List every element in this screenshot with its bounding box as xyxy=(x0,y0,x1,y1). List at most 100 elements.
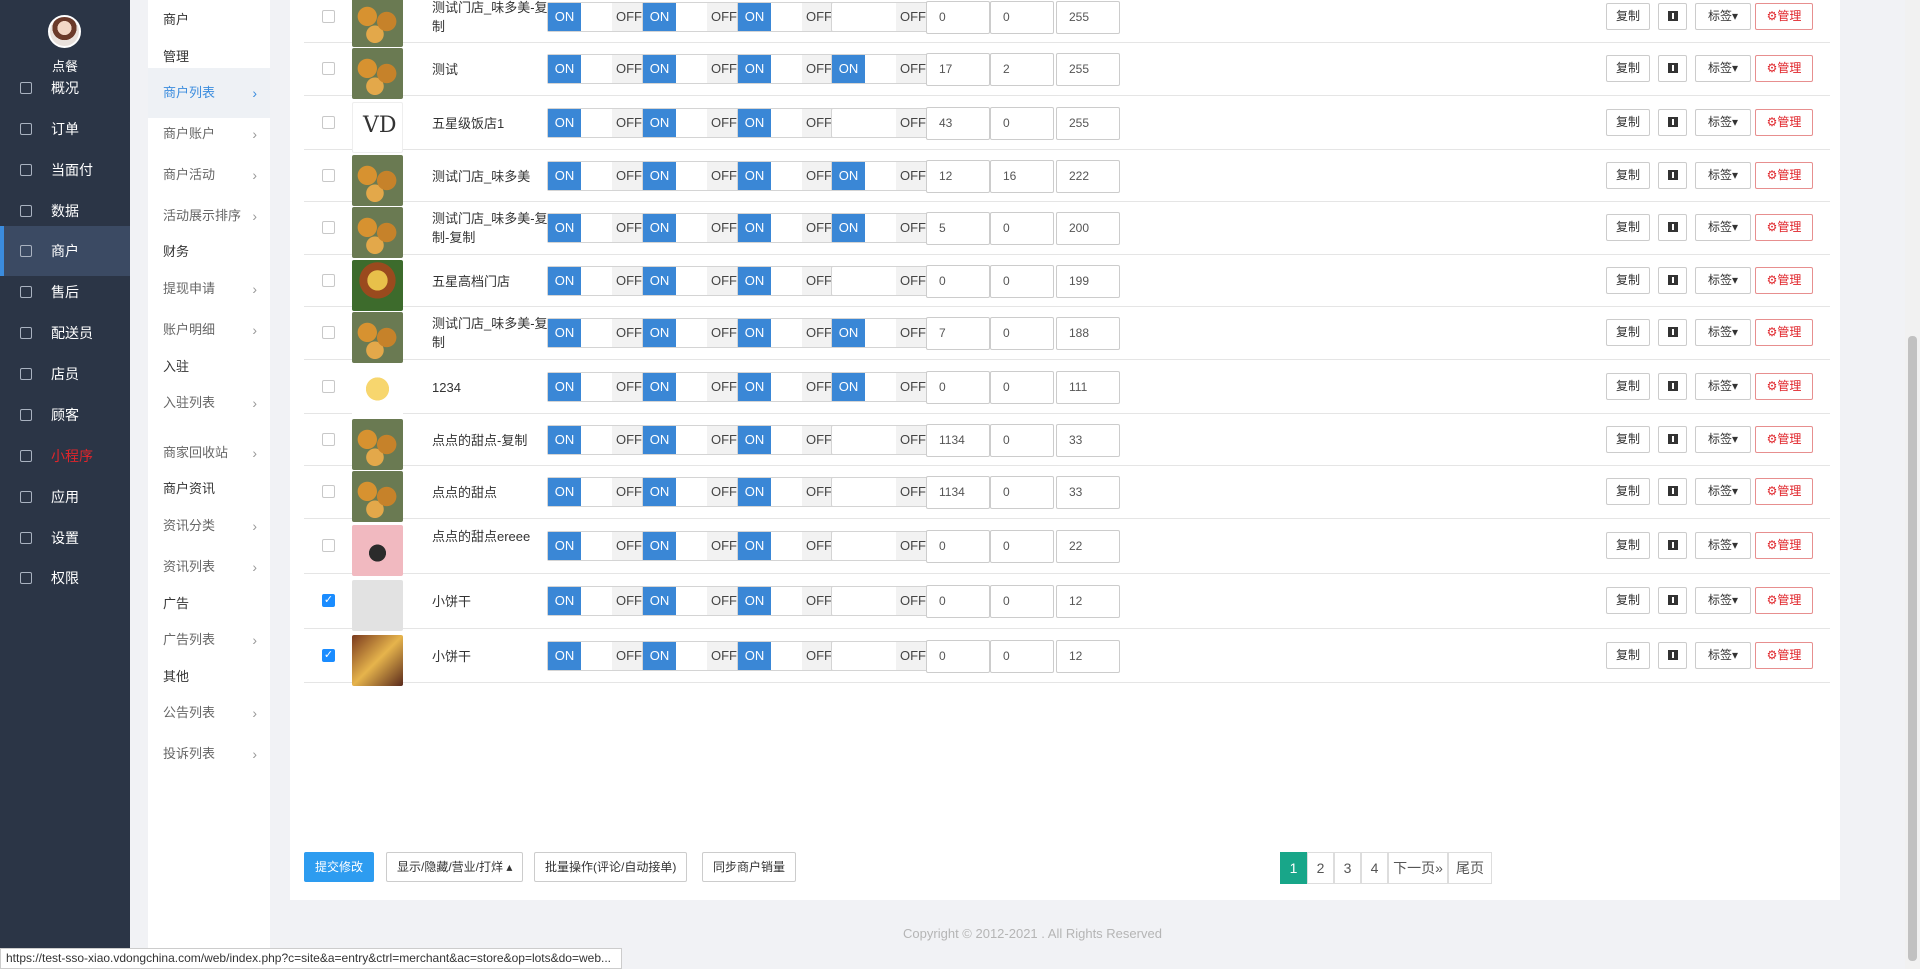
toggle-switch-3[interactable]: ON OFF xyxy=(737,161,837,191)
toggle-switch-2[interactable]: ON OFF xyxy=(642,641,742,671)
toggle-switch-3[interactable]: ON OFF xyxy=(737,531,837,561)
row-checkbox[interactable] xyxy=(322,169,335,182)
sort-input[interactable]: 12 xyxy=(1056,640,1120,673)
manage-button[interactable]: ⚙管理 xyxy=(1755,426,1813,453)
copy-button[interactable]: 复制 xyxy=(1606,373,1650,400)
sort-input[interactable]: 255 xyxy=(1056,1,1120,34)
toggle-switch-1[interactable]: ON OFF xyxy=(547,477,647,507)
toggle-switch-1[interactable]: ON OFF xyxy=(547,266,647,296)
toggle-switch-2[interactable]: ON OFF xyxy=(642,372,742,402)
toggle-switch-4[interactable]: OFF xyxy=(831,531,931,561)
toggle-switch-4[interactable]: OFF xyxy=(831,108,931,138)
subnav-item-10[interactable]: 入驻列表 › xyxy=(148,378,270,428)
value-input-1[interactable]: 1134 xyxy=(926,424,990,457)
row-checkbox[interactable] xyxy=(322,380,335,393)
row-checkbox[interactable] xyxy=(322,274,335,287)
toggle-switch-3[interactable]: ON OFF xyxy=(737,425,837,455)
tag-dropdown-button[interactable]: 标签▾ xyxy=(1695,587,1751,614)
copy-button[interactable]: 复制 xyxy=(1606,214,1650,241)
toggle-switch-1[interactable]: ON OFF xyxy=(547,531,647,561)
value-input-2[interactable]: 0 xyxy=(990,265,1054,298)
toggle-switch-1[interactable]: ON OFF xyxy=(547,108,647,138)
toggle-switch-4[interactable]: OFF xyxy=(831,586,931,616)
tag-dropdown-button[interactable]: 标签▾ xyxy=(1695,373,1751,400)
toggle-switch-1[interactable]: ON OFF xyxy=(547,425,647,455)
sort-input[interactable]: 12 xyxy=(1056,585,1120,618)
copy-button[interactable]: 复制 xyxy=(1606,532,1650,559)
scrollbar[interactable] xyxy=(1905,0,1920,969)
value-input-1[interactable]: 43 xyxy=(926,107,990,140)
toggle-switch-1[interactable]: ON OFF xyxy=(547,54,647,84)
sort-input[interactable]: 199 xyxy=(1056,265,1120,298)
toggle-switch-2[interactable]: ON OFF xyxy=(642,318,742,348)
last-page-button[interactable]: 尾页 xyxy=(1448,852,1492,884)
page-2[interactable]: 2 xyxy=(1307,852,1334,884)
manage-button[interactable]: ⚙管理 xyxy=(1755,642,1813,669)
sort-input[interactable]: 111 xyxy=(1056,371,1120,404)
tag-dropdown-button[interactable]: 标签▾ xyxy=(1695,267,1751,294)
copy-button[interactable]: 复制 xyxy=(1606,478,1650,505)
toggle-switch-4[interactable]: ON OFF xyxy=(831,318,931,348)
manage-button[interactable]: ⚙管理 xyxy=(1755,587,1813,614)
manage-button[interactable]: ⚙管理 xyxy=(1755,55,1813,82)
next-page-button[interactable]: 下一页» xyxy=(1388,852,1448,884)
row-checkbox[interactable] xyxy=(322,221,335,234)
row-checkbox[interactable]: ✓ xyxy=(322,649,335,662)
toggle-switch-2[interactable]: ON OFF xyxy=(642,531,742,561)
value-input-2[interactable]: 16 xyxy=(990,160,1054,193)
sort-input[interactable]: 255 xyxy=(1056,107,1120,140)
toggle-switch-3[interactable]: ON OFF xyxy=(737,108,837,138)
toggle-switch-1[interactable]: ON OFF xyxy=(547,2,647,32)
tag-dropdown-button[interactable]: 标签▾ xyxy=(1695,319,1751,346)
qrcode-button[interactable] xyxy=(1658,162,1687,189)
copy-button[interactable]: 复制 xyxy=(1606,319,1650,346)
manage-button[interactable]: ⚙管理 xyxy=(1755,3,1813,30)
toggle-switch-4[interactable]: ON OFF xyxy=(831,54,931,84)
subnav-item-19[interactable]: 投诉列表 › xyxy=(148,729,270,779)
toggle-switch-2[interactable]: ON OFF xyxy=(642,161,742,191)
tag-dropdown-button[interactable]: 标签▾ xyxy=(1695,532,1751,559)
qrcode-button[interactable] xyxy=(1658,532,1687,559)
sort-input[interactable]: 255 xyxy=(1056,53,1120,86)
value-input-2[interactable]: 0 xyxy=(990,640,1054,673)
sort-input[interactable]: 22 xyxy=(1056,530,1120,563)
toggle-switch-3[interactable]: ON OFF xyxy=(737,2,837,32)
row-checkbox[interactable] xyxy=(322,433,335,446)
qrcode-button[interactable] xyxy=(1658,109,1687,136)
value-input-1[interactable]: 1134 xyxy=(926,476,990,509)
sort-input[interactable]: 222 xyxy=(1056,160,1120,193)
value-input-2[interactable]: 2 xyxy=(990,53,1054,86)
copy-button[interactable]: 复制 xyxy=(1606,267,1650,294)
toggle-switch-1[interactable]: ON OFF xyxy=(547,213,647,243)
tag-dropdown-button[interactable]: 标签▾ xyxy=(1695,426,1751,453)
toggle-switch-2[interactable]: ON OFF xyxy=(642,425,742,455)
manage-button[interactable]: ⚙管理 xyxy=(1755,319,1813,346)
batch-operation-button[interactable]: 批量操作(评论/自动接单) xyxy=(534,852,688,882)
qrcode-button[interactable] xyxy=(1658,55,1687,82)
toggle-switch-2[interactable]: ON OFF xyxy=(642,108,742,138)
value-input-1[interactable]: 0 xyxy=(926,585,990,618)
toggle-switch-4[interactable]: OFF xyxy=(831,425,931,455)
copy-button[interactable]: 复制 xyxy=(1606,426,1650,453)
toggle-switch-2[interactable]: ON OFF xyxy=(642,586,742,616)
manage-button[interactable]: ⚙管理 xyxy=(1755,532,1813,559)
toggle-switch-4[interactable]: OFF xyxy=(831,477,931,507)
value-input-1[interactable]: 17 xyxy=(926,53,990,86)
toggle-switch-2[interactable]: ON OFF xyxy=(642,2,742,32)
toggle-switch-4[interactable]: ON OFF xyxy=(831,213,931,243)
value-input-1[interactable]: 0 xyxy=(926,640,990,673)
page-3[interactable]: 3 xyxy=(1334,852,1361,884)
toggle-switch-1[interactable]: ON OFF xyxy=(547,586,647,616)
row-checkbox[interactable]: ✓ xyxy=(322,594,335,607)
value-input-1[interactable]: 5 xyxy=(926,212,990,245)
row-checkbox[interactable] xyxy=(322,116,335,129)
value-input-2[interactable]: 0 xyxy=(990,107,1054,140)
qrcode-button[interactable] xyxy=(1658,642,1687,669)
copy-button[interactable]: 复制 xyxy=(1606,3,1650,30)
page-4[interactable]: 4 xyxy=(1361,852,1388,884)
qrcode-button[interactable] xyxy=(1658,426,1687,453)
tag-dropdown-button[interactable]: 标签▾ xyxy=(1695,642,1751,669)
manage-button[interactable]: ⚙管理 xyxy=(1755,214,1813,241)
submit-button[interactable]: 提交修改 xyxy=(304,852,374,882)
copy-button[interactable]: 复制 xyxy=(1606,642,1650,669)
